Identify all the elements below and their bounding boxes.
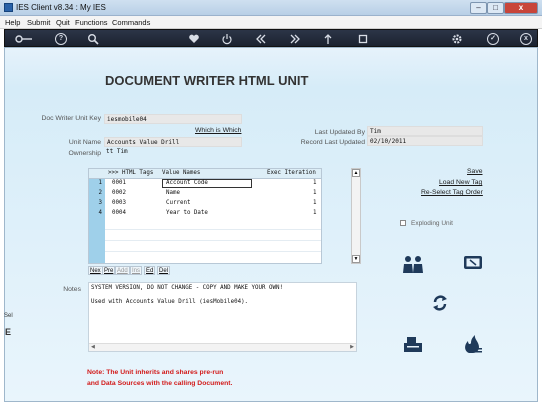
refresh-icon[interactable] xyxy=(429,293,451,313)
grid-line xyxy=(105,251,321,252)
record-last-updated-field: 02/10/2011 xyxy=(367,136,483,146)
record-last-updated-label: Record Last Updated xyxy=(300,139,365,146)
gear-icon[interactable] xyxy=(451,33,463,45)
table-row[interactable]: 2 0002 Name 1 xyxy=(89,189,321,199)
ownership-label: Ownership xyxy=(68,150,102,157)
html-tag-cell: 0002 xyxy=(112,190,126,196)
menu-submit[interactable]: Submit xyxy=(27,18,50,27)
side-label: Sel xyxy=(4,313,13,319)
scroll-down-arrow-icon[interactable]: ▼ xyxy=(352,255,360,263)
previous-button[interactable]: Pre xyxy=(102,266,116,275)
row-number: 4 xyxy=(98,210,103,216)
unit-key-label: Doc Writer Unit Key xyxy=(41,115,101,122)
menu-help[interactable]: Help xyxy=(5,18,20,27)
column-header-html-tags[interactable]: >>> HTML Tags xyxy=(108,170,153,176)
notes-line: Used with Accounts Value Drill (iesMobil… xyxy=(91,299,249,305)
exec-iteration-cell: 1 xyxy=(313,190,317,196)
search-icon[interactable] xyxy=(87,33,99,45)
upload-icon[interactable] xyxy=(322,33,334,45)
table-row[interactable]: 4 0004 Year to Date 1 xyxy=(89,209,321,219)
printer-icon[interactable] xyxy=(402,334,424,354)
menu-bar: Help Submit Quit Functions Commands xyxy=(0,16,542,29)
inheritance-note: Note: The Unit inherits and shares pre-r… xyxy=(87,367,232,389)
value-name-cell: Year to Date xyxy=(166,210,208,216)
maximize-button[interactable]: □ xyxy=(487,2,504,14)
grid-line xyxy=(105,229,321,230)
side-label: E xyxy=(5,327,12,337)
column-header-value-names[interactable]: Value Names xyxy=(162,170,200,176)
minimize-button[interactable]: – xyxy=(470,2,487,14)
app-icon xyxy=(4,3,13,12)
page-title: DOCUMENT WRITER HTML UNIT xyxy=(105,73,309,88)
row-number: 1 xyxy=(98,180,103,186)
menu-functions[interactable]: Functions xyxy=(75,18,108,27)
note-line: and Data Sources with the calling Docume… xyxy=(87,380,233,387)
check-icon[interactable]: ✓ xyxy=(487,33,499,45)
column-header-exec-iteration[interactable]: Exec Iteration xyxy=(267,170,316,176)
unit-name-label: Unit Name xyxy=(68,139,101,146)
exploding-unit-label: Exploding Unit xyxy=(411,220,453,227)
delete-button[interactable]: Del xyxy=(157,266,171,275)
note-line: Note: The Unit inherits and shares pre-r… xyxy=(87,369,224,376)
load-new-tag-link[interactable]: Load New Tag xyxy=(439,179,482,186)
last-updated-by-field: Tim xyxy=(367,126,483,136)
notes-textarea[interactable]: SYSTEM VERSION, DO NOT CHANGE - COPY AND… xyxy=(88,282,357,352)
last-updated-by-label: Last Updated By xyxy=(314,129,365,136)
html-tags-grid: >>> HTML Tags Value Names Exec Iteration… xyxy=(88,168,322,264)
fire-icon[interactable] xyxy=(461,334,483,354)
grid-header: >>> HTML Tags Value Names Exec Iteration xyxy=(89,169,321,179)
monitor-icon[interactable] xyxy=(462,254,484,274)
stop-icon[interactable] xyxy=(357,33,369,45)
value-name-cell: Current xyxy=(166,200,191,206)
unit-key-field[interactable]: iesmobile04 xyxy=(104,114,242,124)
unit-name-field[interactable]: Accounts Value Drill xyxy=(104,137,242,147)
fast-forward-icon[interactable] xyxy=(289,33,301,45)
reselect-tag-order-link[interactable]: Re-Select Tag Order xyxy=(421,189,483,196)
grid-scrollbar[interactable]: ▲ ▼ xyxy=(351,168,361,264)
people-icon[interactable] xyxy=(402,254,424,274)
exec-iteration-cell: 1 xyxy=(313,200,317,206)
html-tag-cell: 0004 xyxy=(112,210,126,216)
close-icon[interactable]: x xyxy=(520,33,532,45)
value-name-cell-selected[interactable]: Account Code xyxy=(162,179,252,188)
value-name-cell: Name xyxy=(166,190,180,196)
row-number: 2 xyxy=(98,190,103,196)
insert-button[interactable]: Ins xyxy=(130,266,143,275)
exploding-unit-checkbox[interactable] xyxy=(400,220,406,226)
edit-button[interactable]: Ed xyxy=(144,266,156,275)
row-number: 3 xyxy=(98,200,103,206)
notes-line: SYSTEM VERSION, DO NOT CHANGE - COPY AND… xyxy=(91,285,283,291)
html-tag-cell: 0003 xyxy=(112,200,126,206)
heart-icon[interactable] xyxy=(188,33,200,45)
side-strip: Sel E xyxy=(4,313,14,353)
notes-horizontal-scrollbar[interactable]: ◀ ▶ xyxy=(89,343,356,351)
scroll-left-arrow-icon[interactable]: ◀ xyxy=(91,344,95,350)
exec-iteration-cell: 1 xyxy=(313,210,317,216)
window-title: IES Client v8.34 : My IES xyxy=(16,3,106,12)
help-icon[interactable]: ? xyxy=(55,33,67,45)
key-icon[interactable] xyxy=(15,33,33,45)
exec-iteration-cell: 1 xyxy=(313,180,317,186)
notes-label: Notes xyxy=(63,286,81,293)
html-tag-cell: 0001 xyxy=(112,180,126,186)
title-bar: IES Client v8.34 : My IES – □ x xyxy=(0,0,542,16)
grid-line xyxy=(105,240,321,241)
table-row[interactable]: 3 0003 Current 1 xyxy=(89,199,321,209)
close-window-button[interactable]: x xyxy=(504,2,538,14)
menu-quit[interactable]: Quit xyxy=(56,18,70,27)
ownership-field[interactable]: tt Tim xyxy=(104,147,242,157)
rewind-icon[interactable] xyxy=(255,33,267,45)
power-icon[interactable] xyxy=(221,33,233,45)
save-link[interactable]: Save xyxy=(467,168,483,175)
menu-commands[interactable]: Commands xyxy=(112,18,150,27)
add-button[interactable]: Add xyxy=(115,266,130,275)
scroll-up-arrow-icon[interactable]: ▲ xyxy=(352,169,360,177)
which-is-which-link[interactable]: Which is Which xyxy=(195,127,241,134)
table-row[interactable]: 1 0001 Account Code 1 xyxy=(89,179,321,189)
main-panel: DOCUMENT WRITER HTML UNIT Doc Writer Uni… xyxy=(4,47,538,402)
next-button[interactable]: Nex xyxy=(88,266,103,275)
toolbar: ? ✓ x xyxy=(4,29,538,47)
scroll-right-arrow-icon[interactable]: ▶ xyxy=(350,344,354,350)
